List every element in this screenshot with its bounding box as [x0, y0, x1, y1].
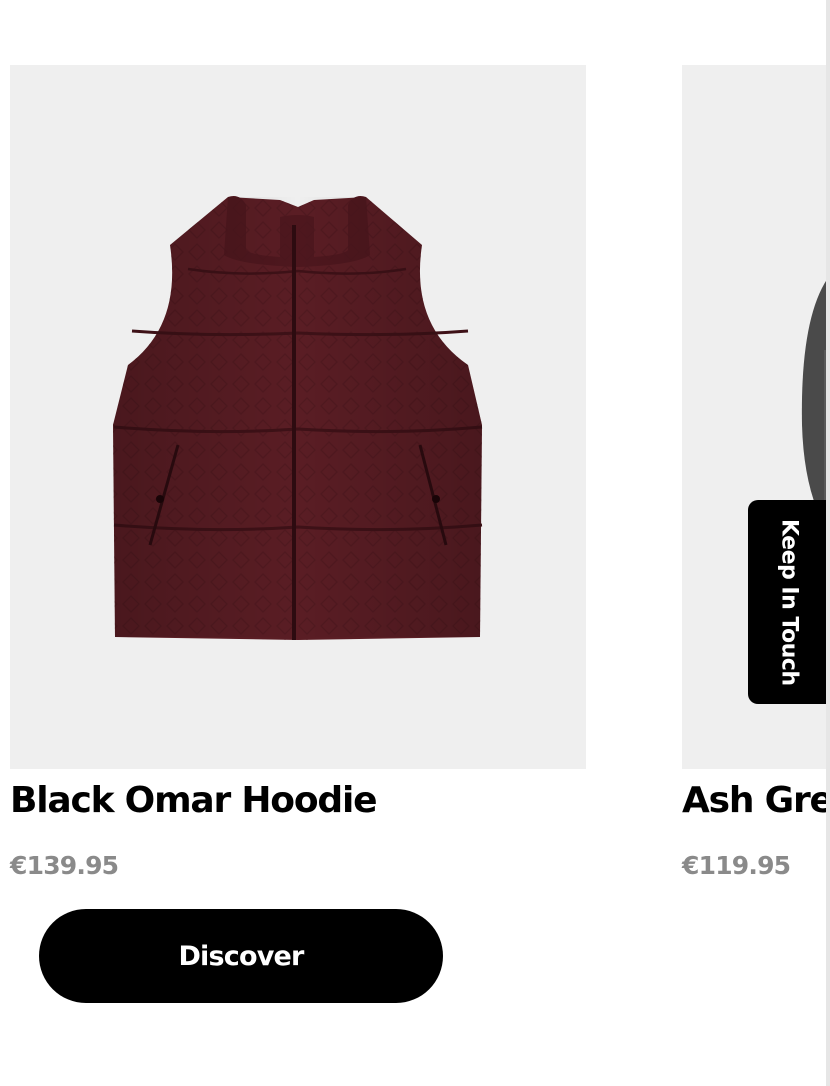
product-card[interactable]: Black Omar Hoodie €139.95	[10, 65, 586, 881]
product-carousel: Black Omar Hoodie €139.95 Ash Grey €119.…	[0, 0, 830, 1086]
keep-in-touch-label: Keep In Touch	[776, 518, 802, 686]
product-price: €139.95	[10, 851, 119, 880]
scrollbar[interactable]	[826, 0, 830, 1086]
product-name[interactable]: Ash Grey	[682, 779, 830, 823]
product-image[interactable]	[10, 65, 586, 769]
keep-in-touch-tab[interactable]: Keep In Touch	[748, 500, 830, 704]
product-card[interactable]: Ash Grey €119.95	[682, 65, 830, 881]
puffer-vest-image	[113, 196, 483, 640]
product-price: €119.95	[682, 851, 791, 880]
product-name[interactable]: Black Omar Hoodie	[10, 779, 586, 823]
discover-button[interactable]: Discover	[39, 909, 443, 1003]
